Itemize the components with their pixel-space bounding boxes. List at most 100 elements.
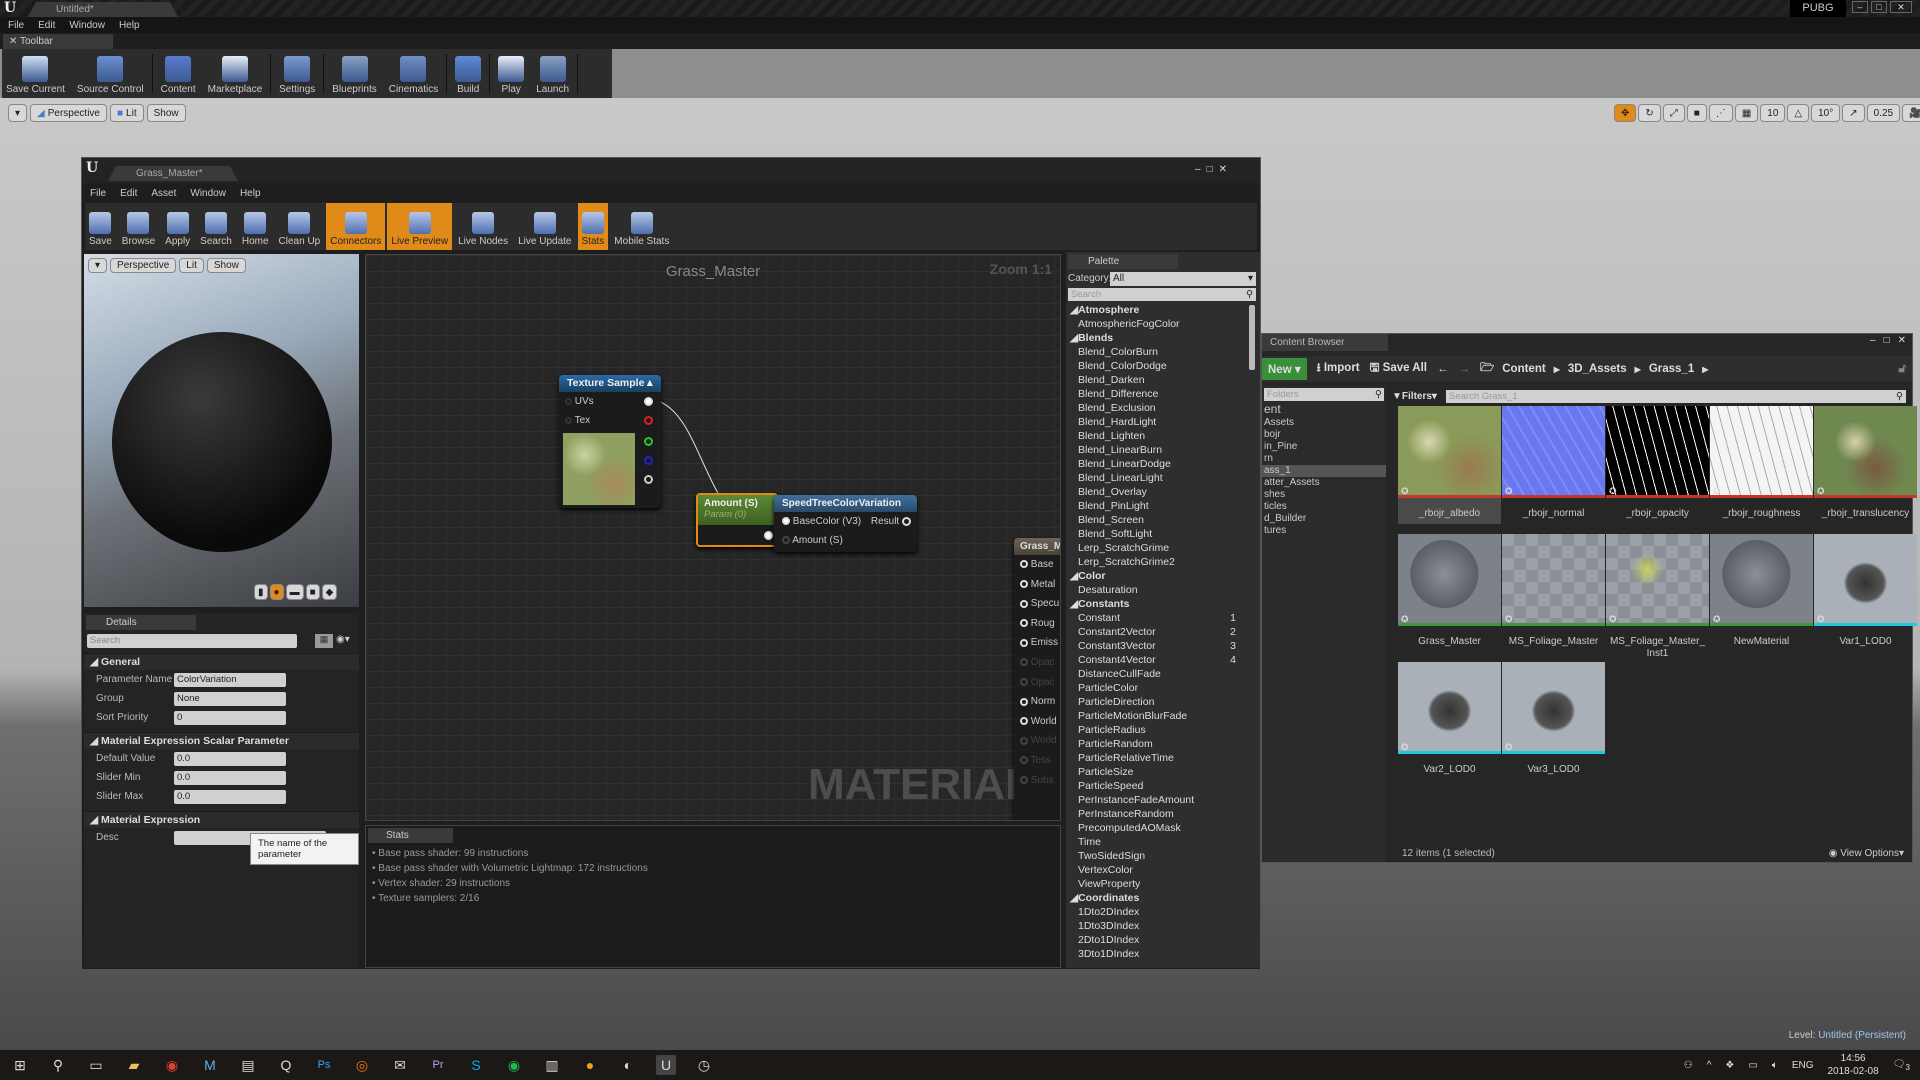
breadcrumb-arrow-icon[interactable]: ▶ bbox=[1702, 365, 1708, 374]
favorite-star-icon[interactable]: ✪ bbox=[1713, 614, 1721, 625]
palette-category[interactable]: ◢Atmosphere bbox=[1068, 303, 1246, 317]
show-hidden-icons-chevron[interactable]: ^ bbox=[1707, 1060, 1712, 1071]
preview-plane-button[interactable]: ▬ bbox=[285, 584, 304, 600]
result-output-pin[interactable]: Result bbox=[871, 512, 911, 531]
asset-tile[interactable]: ✪ _rbojr_albedo bbox=[1398, 406, 1501, 524]
task-view-icon[interactable]: ▭ bbox=[86, 1055, 106, 1075]
palette-item[interactable]: Lerp_ScratchGrime bbox=[1068, 541, 1246, 555]
r-output-pin[interactable] bbox=[644, 416, 653, 425]
add-new-button[interactable]: New ▾ bbox=[1262, 358, 1307, 380]
basecolor-input-pin[interactable] bbox=[782, 517, 790, 526]
mail-icon[interactable]: ✉ bbox=[390, 1055, 410, 1075]
b-output-pin[interactable] bbox=[644, 456, 653, 465]
breadcrumb-arrow-icon[interactable]: ▶ bbox=[1635, 365, 1641, 374]
palette-item[interactable]: ParticleSize bbox=[1068, 765, 1246, 779]
breadcrumb-item[interactable]: Grass_1 bbox=[1649, 363, 1694, 375]
rotate-tool-button[interactable]: ↻ bbox=[1638, 104, 1661, 122]
palette-item[interactable]: ParticleColor bbox=[1068, 681, 1246, 695]
clean-up-button[interactable]: Clean Up bbox=[275, 203, 325, 250]
live-update-button[interactable]: Live Update bbox=[514, 203, 575, 250]
palette-item[interactable]: 1Dto2DIndex bbox=[1068, 905, 1246, 919]
scale-snap-value[interactable]: 0.25 bbox=[1866, 104, 1901, 122]
palette-item[interactable]: Blend_LinearDodge bbox=[1068, 457, 1246, 471]
palette-item[interactable]: Constant2Vector 2 bbox=[1068, 625, 1246, 639]
result-input-pin[interactable]: Metal bbox=[1014, 575, 1060, 595]
close-button[interactable]: ✕ bbox=[1890, 1, 1912, 13]
palette-item[interactable]: ParticleDirection bbox=[1068, 695, 1246, 709]
result-input-pin[interactable]: Tess bbox=[1014, 751, 1060, 771]
preview-show-button[interactable]: Show bbox=[206, 258, 246, 273]
asset-tile[interactable]: ✪ _rbojr_translucency bbox=[1814, 406, 1917, 520]
rotation-snap-button[interactable]: △ bbox=[1787, 104, 1810, 122]
file-explorer-icon[interactable]: ▰ bbox=[124, 1055, 144, 1075]
palette-item[interactable]: Blend_Lighten bbox=[1068, 429, 1246, 443]
result-input-pin[interactable]: Specu bbox=[1014, 594, 1060, 614]
palette-item[interactable]: ParticleRadius bbox=[1068, 723, 1246, 737]
palette-scrollbar[interactable] bbox=[1249, 305, 1255, 370]
asset-tile[interactable]: ✪ MS_Foliage_Master bbox=[1502, 534, 1605, 648]
param-output-pin[interactable] bbox=[764, 531, 773, 540]
preview-lit-button[interactable]: Lit bbox=[179, 258, 204, 273]
menu-file[interactable]: File bbox=[8, 20, 24, 31]
camera-speed-button[interactable]: 🎥 4 bbox=[1902, 104, 1920, 122]
skype-icon[interactable]: S bbox=[466, 1055, 486, 1075]
g-output-pin[interactable] bbox=[644, 437, 653, 446]
palette-item[interactable]: Blend_Screen bbox=[1068, 513, 1246, 527]
connectors-button[interactable]: Connectors bbox=[326, 203, 386, 250]
mobile-stats-button[interactable]: Mobile Stats bbox=[610, 203, 673, 250]
surface-snap-button[interactable]: ⋰ bbox=[1708, 104, 1733, 122]
palette-item[interactable]: Constant3Vector 3 bbox=[1068, 639, 1246, 653]
source-control-button[interactable]: Source Control bbox=[73, 49, 148, 98]
maximize-button[interactable]: □ bbox=[1871, 1, 1887, 13]
palette-category[interactable]: ◢Coordinates bbox=[1068, 891, 1246, 905]
palette-item[interactable]: TwoSidedSign bbox=[1068, 849, 1246, 863]
lit-button[interactable]: ■ Lit bbox=[109, 104, 144, 122]
toolbar-tab[interactable]: ✕ Toolbar bbox=[3, 34, 113, 49]
favorite-star-icon[interactable]: ✪ bbox=[1505, 742, 1513, 753]
network-icon[interactable]: ▭ bbox=[1748, 1060, 1757, 1071]
favorite-star-icon[interactable]: ✪ bbox=[1817, 486, 1825, 497]
app-orange-icon[interactable]: ● bbox=[580, 1055, 600, 1075]
uvs-input-pin[interactable] bbox=[565, 397, 572, 405]
collapse-icon[interactable]: ▲ bbox=[645, 375, 655, 392]
section-header[interactable]: ◢ Material Expression Scalar Parameter bbox=[84, 732, 359, 749]
result-input-pin[interactable]: Opac bbox=[1014, 673, 1060, 693]
material-graph[interactable]: Grass_Master Zoom 1:1 MATERIAL Texture S… bbox=[365, 254, 1061, 821]
palette-item[interactable]: PerInstanceFadeAmount bbox=[1068, 793, 1246, 807]
preview-cube-button[interactable]: ■ bbox=[305, 584, 320, 600]
palette-item[interactable]: DistanceCullFade bbox=[1068, 667, 1246, 681]
settings-button[interactable]: Settings bbox=[275, 49, 319, 98]
perspective-button[interactable]: ◢ Perspective bbox=[30, 104, 107, 122]
apply-button[interactable]: Apply bbox=[161, 203, 194, 250]
palette-item[interactable]: Blend_HardLight bbox=[1068, 415, 1246, 429]
asset-tile[interactable]: ✪ Var1_LOD0 bbox=[1814, 534, 1917, 648]
asset-tile[interactable]: ✪ _rbojr_opacity bbox=[1606, 406, 1709, 520]
home-button[interactable]: Home bbox=[238, 203, 273, 250]
palette-item[interactable]: ParticleMotionBlurFade bbox=[1068, 709, 1246, 723]
photoshop-icon[interactable]: Ps bbox=[314, 1055, 334, 1075]
palette-item[interactable]: Constant 1 bbox=[1068, 611, 1246, 625]
minimize-button[interactable]: – bbox=[1870, 335, 1876, 346]
slider-min-field[interactable]: 0.0 bbox=[174, 770, 286, 785]
palette-item[interactable]: PerInstanceRandom bbox=[1068, 807, 1246, 821]
palette-item[interactable]: ParticleSpeed bbox=[1068, 779, 1246, 793]
folder-search-input[interactable]: Folders ⚲ bbox=[1264, 388, 1384, 401]
slider-max-field[interactable]: 0.0 bbox=[174, 789, 286, 804]
palette-item[interactable]: 3Dto1DIndex bbox=[1068, 947, 1246, 961]
details-tab[interactable]: Details bbox=[86, 615, 196, 630]
result-input-pin[interactable]: Opac bbox=[1014, 653, 1060, 673]
view-options-button[interactable]: ◉ View Options▾ bbox=[1829, 848, 1904, 859]
menu-file[interactable]: File bbox=[90, 188, 106, 199]
palette-item[interactable]: ParticleRelativeTime bbox=[1068, 751, 1246, 765]
menu-help[interactable]: Help bbox=[240, 188, 261, 199]
amount-input-pin[interactable] bbox=[782, 536, 790, 545]
rotation-snap-value[interactable]: 10° bbox=[1811, 104, 1841, 122]
blender-icon[interactable]: ◎ bbox=[352, 1055, 372, 1075]
favorite-star-icon[interactable]: ✪ bbox=[1505, 486, 1513, 497]
premiere-icon[interactable]: Pr bbox=[428, 1055, 448, 1075]
default-value-field[interactable]: 0.0 bbox=[174, 751, 286, 766]
result-input-pin[interactable]: Base bbox=[1014, 555, 1060, 575]
preview-cylinder-button[interactable]: ▮ bbox=[254, 584, 268, 600]
palette-item[interactable]: Time bbox=[1068, 835, 1246, 849]
palette-item[interactable]: Blend_ColorDodge bbox=[1068, 359, 1246, 373]
